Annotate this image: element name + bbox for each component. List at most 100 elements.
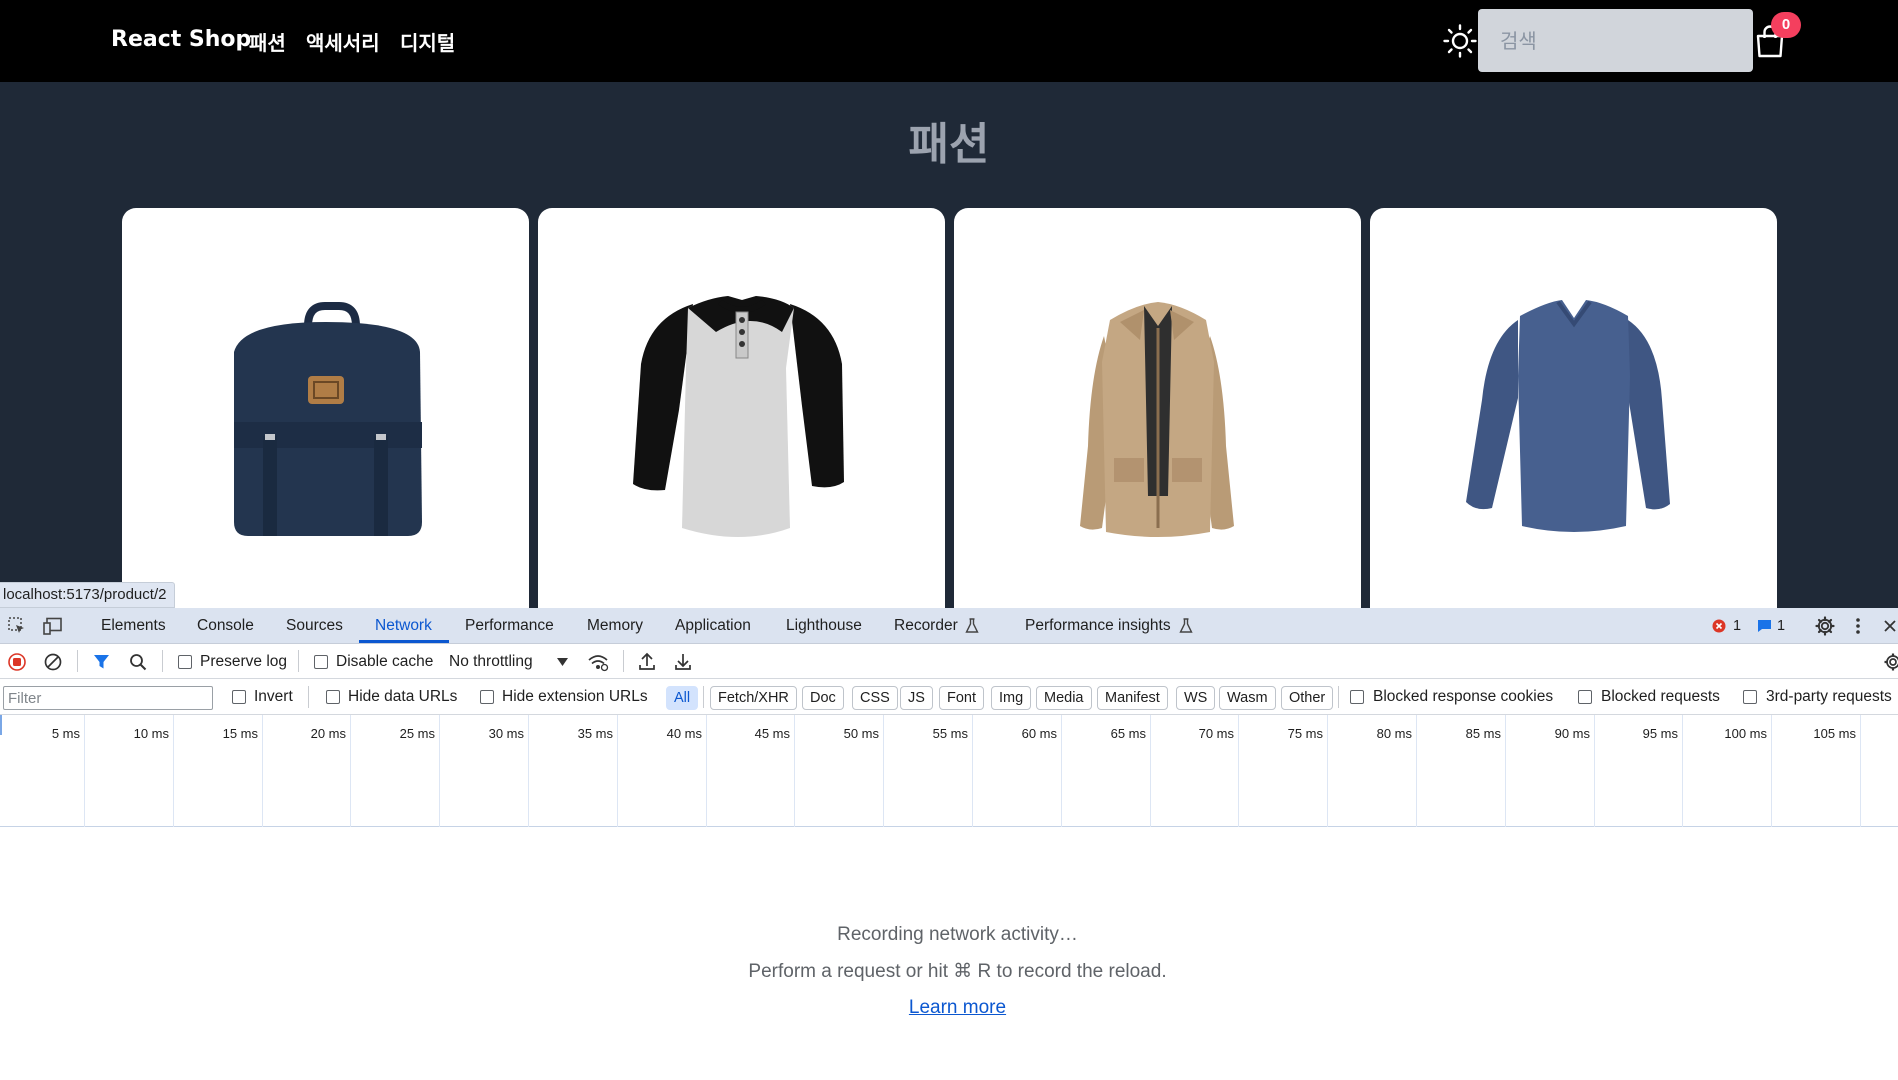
device-toolbar-icon[interactable] <box>43 617 63 635</box>
timeline-gridline <box>528 715 529 827</box>
toolbar-separator <box>308 686 309 708</box>
experimental-flask-icon <box>1179 618 1193 633</box>
disable-cache-label: Disable cache <box>336 653 434 670</box>
nav-accessories[interactable]: 액세서리 <box>306 27 380 56</box>
timeline-tick-label: 100 ms <box>1724 726 1767 741</box>
type-filter-js[interactable]: JS <box>900 686 933 710</box>
invert-checkbox[interactable] <box>232 690 246 704</box>
type-filter-fetch-xhr[interactable]: Fetch/XHR <box>710 686 797 710</box>
toolbar-separator <box>162 650 163 672</box>
blue-long-sleeve-tee-image <box>1466 300 1670 532</box>
timeline-tick-label: 95 ms <box>1642 726 1678 741</box>
product-card[interactable] <box>954 208 1361 608</box>
tab-performance[interactable]: Performance <box>465 617 554 635</box>
tab-lighthouse[interactable]: Lighthouse <box>786 617 862 635</box>
error-icon[interactable] <box>1712 619 1726 633</box>
type-filter-doc[interactable]: Doc <box>802 686 844 710</box>
type-filter-css[interactable]: CSS <box>852 686 898 710</box>
type-filter-font[interactable]: Font <box>939 686 985 710</box>
active-tab-indicator <box>359 640 449 643</box>
network-conditions-icon[interactable] <box>587 652 609 672</box>
brand-link[interactable]: React Shop <box>111 27 251 52</box>
disable-cache-checkbox[interactable] <box>314 655 328 669</box>
close-devtools-icon[interactable] <box>1883 619 1897 633</box>
product-card[interactable] <box>122 208 529 608</box>
timeline-tick-label: 90 ms <box>1554 726 1590 741</box>
type-filter-manifest[interactable]: Manifest <box>1097 686 1168 710</box>
tab-application[interactable]: Application <box>675 617 751 635</box>
network-settings-gear-icon[interactable] <box>1883 652 1898 672</box>
filter-input[interactable] <box>3 686 213 710</box>
timeline-gridline <box>972 715 973 827</box>
blocked-response-cookies-label: Blocked response cookies <box>1373 688 1554 705</box>
preserve-log-label: Preserve log <box>200 653 288 670</box>
timeline-tick-label: 30 ms <box>488 726 524 741</box>
nav-digital[interactable]: 디지털 <box>400 27 455 56</box>
tab-memory[interactable]: Memory <box>587 617 643 635</box>
type-filter-wasm[interactable]: Wasm <box>1219 686 1276 710</box>
timeline-tick-label: 40 ms <box>666 726 702 741</box>
toolbar-separator <box>298 650 299 672</box>
type-filter-img[interactable]: Img <box>991 686 1032 710</box>
status-bar-url: localhost:5173/product/2 <box>0 582 176 608</box>
third-party-requests-checkbox[interactable] <box>1743 690 1757 704</box>
tab-performance-insights[interactable]: Performance insights <box>1025 617 1171 635</box>
product-grid <box>122 208 1777 608</box>
tab-network[interactable]: Network <box>375 617 432 635</box>
inspect-element-icon[interactable] <box>8 617 26 635</box>
search-input[interactable] <box>1478 9 1753 72</box>
invert-label: Invert <box>254 688 293 705</box>
stop-recording-icon[interactable] <box>8 653 26 671</box>
type-filter-ws[interactable]: WS <box>1176 686 1216 710</box>
clear-icon[interactable] <box>44 653 62 671</box>
timeline-tick-label: 45 ms <box>754 726 790 741</box>
product-card[interactable] <box>538 208 945 608</box>
network-filter-bar: Invert Hide data URLs Hide extension URL… <box>0 679 1898 715</box>
timeline-tick-label: 80 ms <box>1376 726 1412 741</box>
search-icon[interactable] <box>129 653 147 671</box>
nav-fashion[interactable]: 패션 <box>249 27 286 56</box>
tab-recorder[interactable]: Recorder <box>894 617 958 635</box>
timeline-gridline <box>706 715 707 827</box>
blocked-requests-checkbox[interactable] <box>1578 690 1592 704</box>
settings-gear-icon[interactable] <box>1815 616 1835 636</box>
timeline-gridline <box>84 715 85 827</box>
message-count[interactable]: 1 <box>1777 618 1785 634</box>
experimental-flask-icon <box>965 618 979 633</box>
tab-elements[interactable]: Elements <box>101 617 166 635</box>
hide-extension-urls-checkbox[interactable] <box>480 690 494 704</box>
learn-more-link[interactable]: Learn more <box>909 997 1006 1018</box>
chevron-down-icon <box>557 658 568 666</box>
error-count[interactable]: 1 <box>1733 618 1741 634</box>
timeline-gridline <box>173 715 174 827</box>
blocked-response-cookies-checkbox[interactable] <box>1350 690 1364 704</box>
theme-toggle-sun-icon[interactable] <box>1443 24 1477 58</box>
hide-data-urls-checkbox[interactable] <box>326 690 340 704</box>
timeline-gridline <box>1860 715 1861 827</box>
message-icon[interactable] <box>1757 619 1772 633</box>
tab-sources[interactable]: Sources <box>286 617 343 635</box>
throttling-select[interactable]: No throttling <box>449 653 533 671</box>
timeline-gridline <box>1327 715 1328 827</box>
network-timeline-overview[interactable]: 5 ms 10 ms 15 ms 20 ms 25 ms 30 ms 35 ms 40 ms 4… <box>0 715 1898 827</box>
more-options-icon[interactable] <box>1855 617 1861 635</box>
timeline-tick-label: 10 ms <box>133 726 169 741</box>
type-filter-media[interactable]: Media <box>1036 686 1092 710</box>
tab-console[interactable]: Console <box>197 617 254 635</box>
timeline-gridline <box>883 715 884 827</box>
timeline-gridline <box>1771 715 1772 827</box>
type-filter-all[interactable]: All <box>666 686 699 710</box>
toolbar-separator <box>703 686 704 708</box>
preserve-log-checkbox[interactable] <box>178 655 192 669</box>
export-har-icon[interactable] <box>674 652 692 671</box>
toolbar-separator <box>1338 686 1339 708</box>
khaki-jacket-image <box>1080 302 1234 537</box>
import-har-icon[interactable] <box>638 652 656 671</box>
filter-funnel-icon[interactable] <box>93 653 110 670</box>
timeline-tick-label: 75 ms <box>1287 726 1323 741</box>
type-filter-other[interactable]: Other <box>1281 686 1334 710</box>
toolbar-separator <box>623 650 624 672</box>
section-title: 패션 <box>908 119 990 170</box>
timeline-tick-label: 25 ms <box>399 726 435 741</box>
product-card[interactable] <box>1370 208 1777 608</box>
